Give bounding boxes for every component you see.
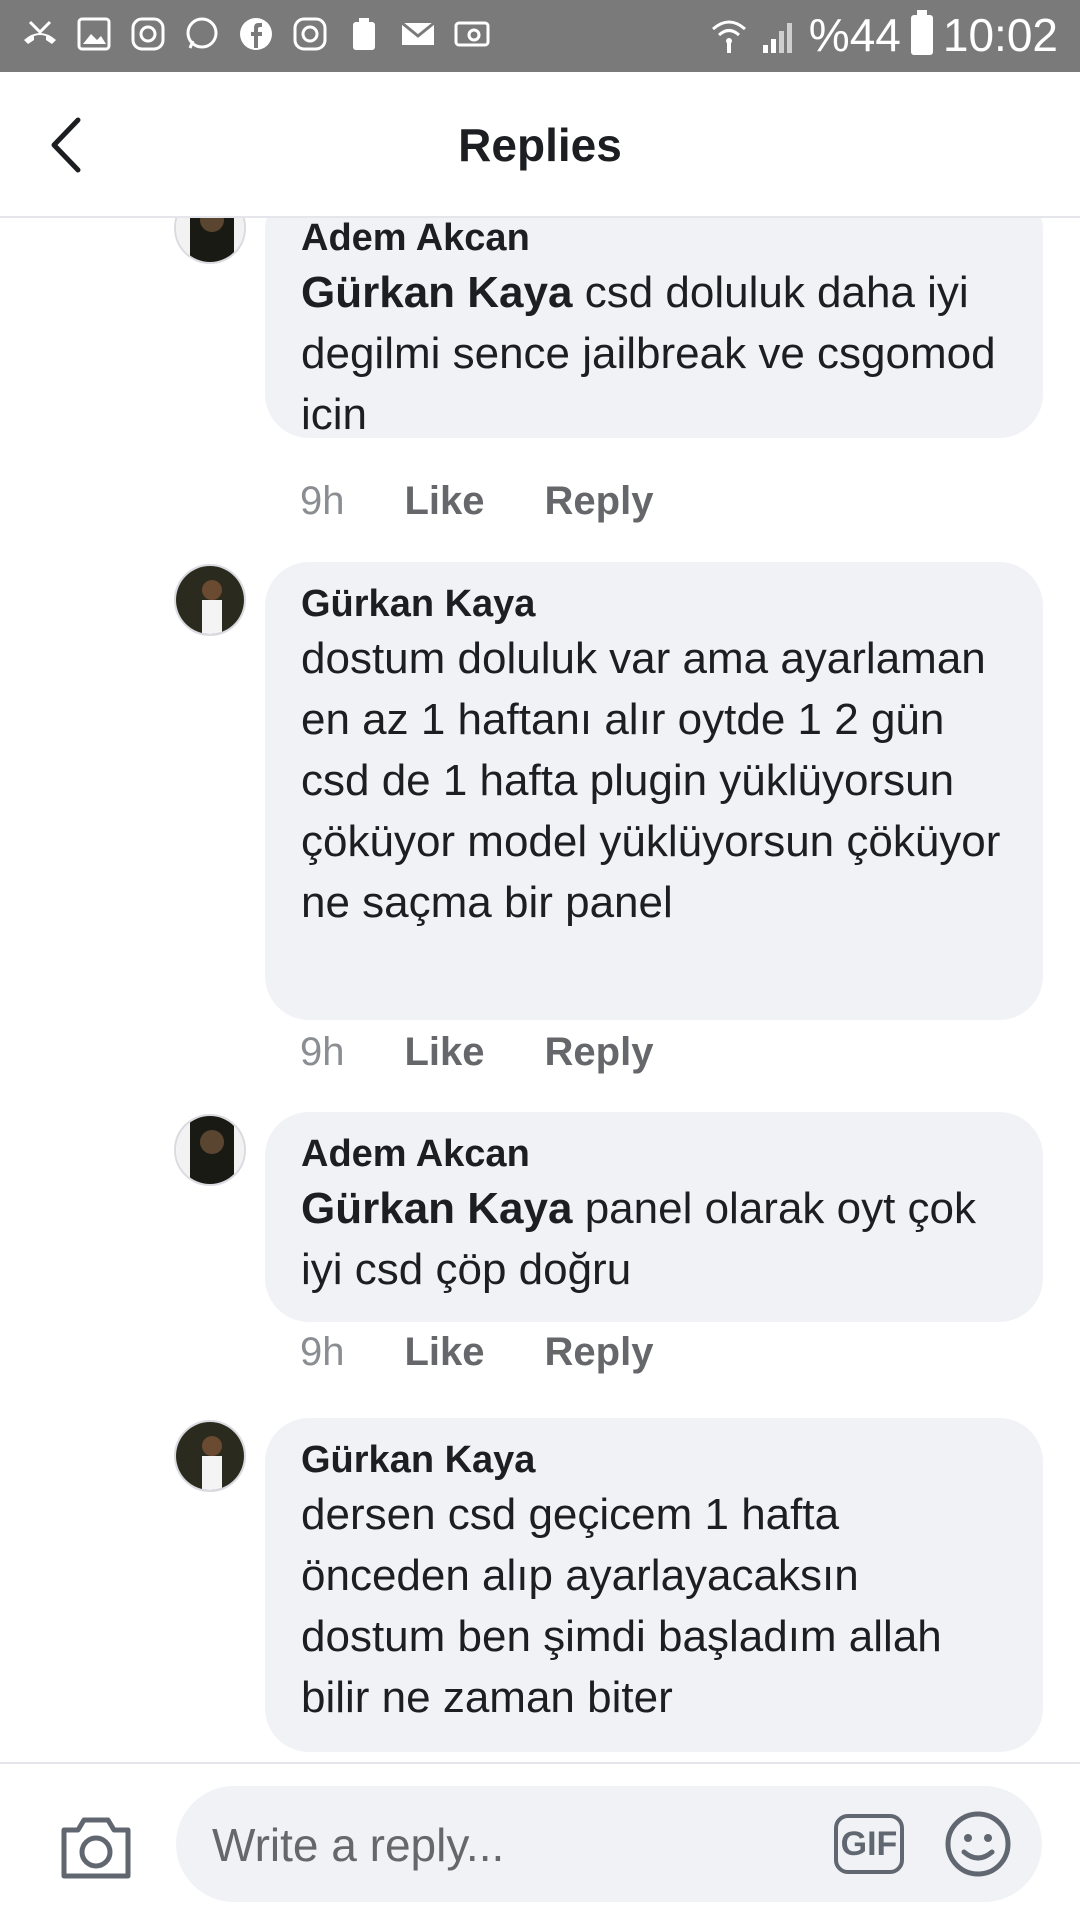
like-button[interactable]: Like <box>405 479 485 524</box>
comment-body: dostum doluluk var ama ayarlaman en az 1… <box>301 634 1001 927</box>
comment-feed[interactable]: Adem Akcan Gürkan Kaya csd doluluk daha … <box>0 216 1080 1834</box>
comment-author[interactable]: Gürkan Kaya <box>301 1436 1007 1484</box>
replies-sheet: Replies Adem Akcan Gürkan Kaya csd dolul… <box>0 72 1080 1920</box>
wifi-icon <box>711 20 746 53</box>
reply-button[interactable]: Reply <box>545 479 654 524</box>
comment-text: dersen csd geçicem 1 hafta önceden alıp … <box>301 1484 1007 1728</box>
comment-time: 9h <box>300 479 345 523</box>
comment-body: dersen csd geçicem 1 hafta önceden alıp … <box>301 1490 942 1722</box>
comment-author[interactable]: Adem Akcan <box>301 216 1007 262</box>
comment-author[interactable]: Gürkan Kaya <box>301 580 1007 628</box>
comment-time: 9h <box>300 1330 345 1374</box>
battery-percent: %44 <box>808 9 901 61</box>
comment-bubble[interactable]: Adem Akcan Gürkan Kaya panel olarak oyt … <box>265 1112 1043 1322</box>
comment-time: 9h <box>300 1030 345 1074</box>
comment-bubble[interactable]: Gürkan Kaya dostum doluluk var ama ayarl… <box>265 562 1043 1020</box>
avatar[interactable] <box>174 1114 246 1186</box>
facebook-icon <box>240 18 272 50</box>
reply-input-wrapper: GIF <box>176 1786 1042 1902</box>
status-indicators: %44 10:02 <box>709 8 1058 62</box>
gallery-icon <box>77 17 111 51</box>
reply-composer: GIF <box>0 1762 1080 1920</box>
reply-button[interactable]: Reply <box>545 1030 654 1075</box>
avatar[interactable] <box>174 564 246 636</box>
comment-actions: 9h Like Reply <box>300 479 653 524</box>
instagram-icon-2 <box>293 17 327 51</box>
status-bar: %44 10:02 <box>0 0 1080 72</box>
avatar[interactable] <box>174 216 246 264</box>
header: Replies <box>0 72 1080 218</box>
instagram-icon <box>131 17 165 51</box>
like-button[interactable]: Like <box>405 1030 485 1075</box>
avatar[interactable] <box>174 1420 246 1492</box>
signal-icon <box>762 23 792 53</box>
whatsapp-icon <box>186 17 218 49</box>
mention-link[interactable]: Gürkan Kaya <box>301 1184 572 1233</box>
email-app-icon <box>454 21 490 47</box>
page-title: Replies <box>458 119 622 171</box>
gif-button[interactable]: GIF <box>834 1814 904 1874</box>
comment-bubble[interactable]: Adem Akcan Gürkan Kaya csd doluluk daha … <box>265 216 1043 439</box>
comment-author[interactable]: Adem Akcan <box>301 1130 1007 1178</box>
like-button[interactable]: Like <box>405 1330 485 1375</box>
battery-icon <box>910 10 933 55</box>
missed-call-icon <box>24 20 56 44</box>
clock: 10:02 <box>942 9 1058 61</box>
comment-bubble[interactable]: Gürkan Kaya dersen csd geçicem 1 hafta ö… <box>265 1418 1043 1752</box>
clipboard-icon <box>353 18 375 50</box>
comment-actions: 9h Like Reply <box>300 1330 653 1375</box>
comment-text: dostum doluluk var ama ayarlaman en az 1… <box>301 628 1007 933</box>
emoji-icon[interactable] <box>942 1808 1014 1880</box>
comment-actions: 9h Like Reply <box>300 1030 653 1075</box>
mail-icon <box>401 21 435 45</box>
reply-input[interactable] <box>210 1816 774 1874</box>
camera-icon[interactable] <box>58 1812 134 1882</box>
comment-text: Gürkan Kaya csd doluluk daha iyi degilmi… <box>301 262 1007 445</box>
mention-link[interactable]: Gürkan Kaya <box>301 268 572 317</box>
reply-button[interactable]: Reply <box>545 1330 654 1375</box>
comment-text: Gürkan Kaya panel olarak oyt çok iyi csd… <box>301 1178 1007 1300</box>
notification-icons <box>20 14 492 54</box>
